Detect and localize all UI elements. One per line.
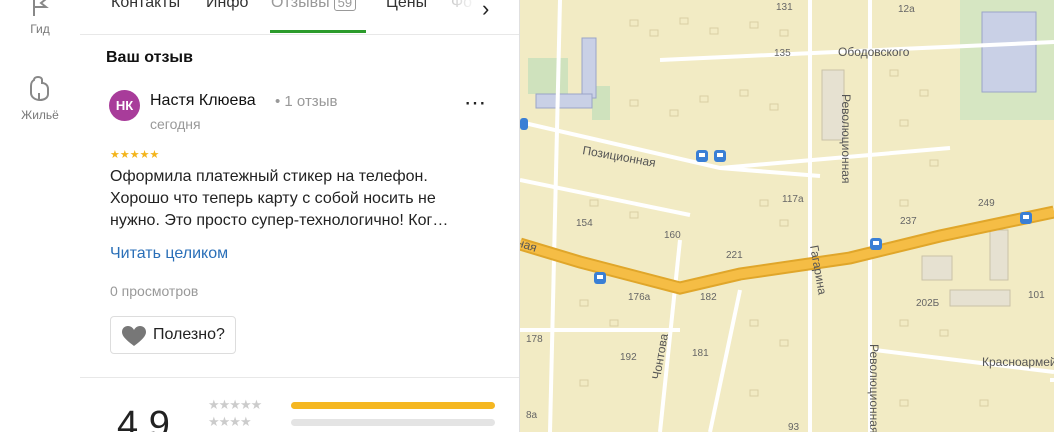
useful-label: Полезно? [153,326,225,343]
bus-stop-icon[interactable] [696,150,708,162]
tab-bar: Контакты Инфо Отзывы59 Цены Фо › [80,0,519,35]
bus-stop-icon[interactable] [1020,212,1032,224]
house-number: 178 [526,334,543,345]
house-number: 160 [664,230,681,241]
building [535,93,593,109]
overall-rating: 4,9 [117,404,170,432]
house-number: 181 [692,348,709,359]
building [581,37,597,99]
house-number: 12а [898,4,915,15]
house-number: 237 [900,216,917,227]
building [949,289,1011,307]
chevron-right-icon[interactable]: › [482,0,489,22]
review-author[interactable]: Настя Клюева [150,92,256,110]
heart-icon [122,326,146,346]
house-number: 176а [628,292,651,303]
review-rating-stars: ★★★★★ [110,149,160,161]
street-label: Красноармейская [982,355,1054,369]
house-number: 192 [620,352,637,363]
distribution-bar-fill-5 [291,402,495,409]
tab-prices[interactable]: Цены [386,0,427,12]
bus-stop-icon[interactable] [714,150,726,162]
map-canvas[interactable]: Ободовского Позиционная Революционная Га… [520,0,1054,432]
more-options-icon[interactable]: ⋯ [464,90,487,116]
house-number: 117а [782,194,804,205]
distribution-bar-5 [291,402,495,409]
house-number: 93 [788,422,800,432]
read-more-link[interactable]: Читать целиком [110,245,228,263]
tab-contacts[interactable]: Контакты [111,0,180,12]
rail-item-housing[interactable]: Жильё [0,74,80,122]
street-label: Революционная [839,94,853,183]
green-area [528,58,568,94]
building [981,11,1037,93]
house-number: 135 [774,48,791,59]
flag-icon [33,0,49,16]
tab-fade [442,0,502,30]
house-number: 131 [776,2,793,13]
avatar[interactable]: НК [109,90,140,121]
active-tab-indicator [270,30,366,33]
review-date: сегодня [150,116,201,132]
house-number: 202Б [916,298,940,309]
distribution-stars-4: ★★★★ [208,414,252,429]
your-review-title: Ваш отзыв [106,49,193,66]
place-panel: Контакты Инфо Отзывы59 Цены Фо › Ваш отз… [80,0,520,432]
review-author-count: • 1 отзыв [275,93,338,110]
building [989,229,1009,281]
useful-button[interactable]: Полезно? [110,316,236,354]
house-icon [30,76,49,102]
house-number: 154 [576,218,593,229]
building [921,255,953,281]
review-text: Оформила платежный стикер на телефон. Хо… [110,168,449,229]
tab-reviews-count: 59 [333,0,357,11]
tab-reviews-label: Отзывы [271,0,330,11]
house-number: 182 [700,292,717,303]
house-footprints [579,17,989,407]
street-label: Позиционная [581,143,656,170]
tab-reviews[interactable]: Отзывы 59 [271,0,357,12]
street-label: Революционная [867,344,881,432]
street-label: Ободовского [838,45,910,59]
rail-label-housing: Жильё [21,108,59,122]
bus-stop-icon[interactable] [594,272,606,284]
house-number: 249 [978,198,995,209]
distribution-stars-5: ★★★★★ [208,397,262,412]
bus-stop-icon[interactable] [870,238,882,250]
tab-info[interactable]: Инфо [206,0,248,12]
review-views: 0 просмотров [110,283,199,299]
rail-label-guide: Гид [30,22,50,36]
map-view[interactable]: Ободовского Позиционная Революционная Га… [520,0,1054,432]
house-number: 8а [526,410,538,421]
bus-stop-icon[interactable] [520,118,528,130]
left-rail: Гид Жильё [0,0,81,432]
house-number: 221 [726,250,743,261]
distribution-bar-4 [291,419,495,426]
house-number: 101 [1028,290,1045,301]
section-divider [80,377,519,378]
rail-item-guide[interactable]: Гид [0,0,80,36]
